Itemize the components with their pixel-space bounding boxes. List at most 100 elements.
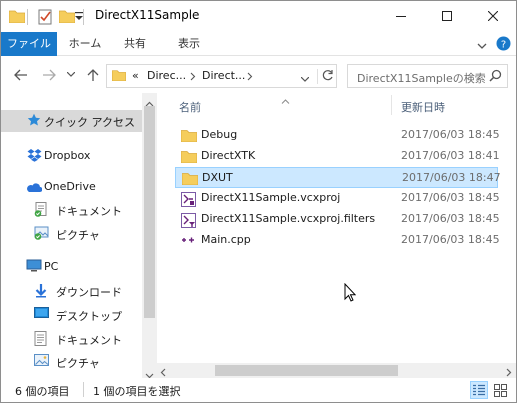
file-name: Main.cpp (201, 233, 251, 246)
tab-share[interactable]: 共有 (115, 32, 155, 56)
file-date: 2017/06/03 18:45 (401, 212, 500, 225)
address-dropdown-icon[interactable] (300, 73, 310, 86)
file-row[interactable]: Debug 2017/06/03 18:45 (175, 125, 500, 146)
help-icon[interactable]: ? (496, 36, 511, 54)
folder-icon (181, 172, 199, 188)
details-view-button[interactable] (470, 381, 488, 399)
status-selection: 1 個の項目を選択 (93, 385, 181, 398)
status-item-count: 6 個の項目 (15, 385, 70, 398)
breadcrumb-2[interactable]: Direct... (202, 69, 245, 82)
nav-pictures[interactable]: ピクチャ (1, 351, 142, 373)
dropbox-icon (27, 148, 42, 165)
file-list: 名前 更新日時 Debug 2017/06/03 18:45 DirectXTK 20… (157, 93, 516, 378)
nav-onedrive-pictures[interactable]: ピクチャ (1, 223, 142, 245)
nav-dropbox[interactable]: Dropbox (1, 145, 142, 167)
horizontal-scrollbar[interactable] (157, 363, 516, 378)
svg-text:?: ? (501, 40, 506, 51)
file-row[interactable]: DirectX11Sample.vcxproj.filters 2017/06/0… (175, 209, 500, 231)
nav-desktop-label: デスクトップ (56, 310, 122, 323)
address-bar[interactable]: « Direc... Direct... (106, 64, 337, 88)
file-row[interactable]: DirectXTK 2017/06/03 18:41 (175, 146, 500, 167)
ribbon-expand-icon[interactable] (477, 40, 487, 54)
file-date: 2017/06/03 18:41 (401, 149, 500, 162)
navigation-pane: クイック アクセス Dropbox OneDrive ドキュメント ピクチャ P… (1, 93, 157, 379)
file-name: DirectXTK (201, 149, 256, 162)
back-button[interactable] (13, 67, 29, 83)
ribbon-tabs: ファイル ホーム 共有 表示 ? (1, 32, 516, 56)
status-bar: 6 個の項目 1 個の項目を選択 (1, 378, 516, 402)
nav-scrollbar-thumb[interactable] (144, 106, 155, 318)
file-name: Debug (201, 128, 238, 141)
folder-icon (8, 9, 26, 26)
file-date: 2017/06/03 18:47 (402, 171, 501, 184)
close-button[interactable] (470, 1, 516, 31)
document-icon (34, 331, 47, 349)
file-row[interactable]: DirectX11Sample.vcxproj 2017/06/03 18:45 (175, 188, 500, 210)
recent-locations-icon[interactable] (63, 67, 79, 83)
tab-view[interactable]: 表示 (167, 32, 211, 56)
nav-quick-access-label: クイック アクセス (44, 116, 135, 129)
explorer-window: DirectX11Sample ファイル ホーム 共有 表示 ? « Direc… (0, 0, 517, 403)
mouse-cursor-icon (344, 282, 357, 305)
new-folder-icon[interactable] (58, 9, 76, 26)
breadcrumb-chevron-icon[interactable] (190, 71, 196, 84)
title-bar: DirectX11Sample (1, 1, 516, 32)
star-icon (27, 113, 41, 130)
column-header-name[interactable]: 名前 (179, 99, 201, 115)
breadcrumb-1[interactable]: Direc... (147, 69, 186, 82)
breadcrumb-chevron-icon[interactable] (247, 71, 253, 84)
address-overflow[interactable]: « (132, 69, 139, 82)
horizontal-scrollbar-thumb[interactable] (215, 365, 398, 376)
nav-onedrive-documents[interactable]: ドキュメント (1, 199, 142, 221)
large-icons-view-button[interactable] (491, 381, 509, 399)
search-placeholder: DirectX11Sampleの検索 (357, 72, 486, 85)
nav-quick-access[interactable]: クイック アクセス (1, 110, 142, 132)
tab-file[interactable]: ファイル (1, 32, 57, 56)
nav-downloads-label: ダウンロード (56, 286, 122, 299)
search-input[interactable]: DirectX11Sampleの検索 (347, 64, 508, 88)
properties-icon[interactable] (37, 9, 53, 28)
nav-downloads[interactable]: ダウンロード (1, 280, 142, 302)
nav-pictures-label: ピクチャ (56, 357, 100, 370)
nav-documents[interactable]: ドキュメント (1, 328, 142, 350)
status-divider (83, 382, 84, 397)
file-name: DirectX11Sample.vcxproj (201, 191, 341, 204)
address-row: « Direc... Direct... DirectX11Sampleの検索 (1, 57, 516, 93)
onedrive-icon (25, 181, 43, 196)
sort-ascending-icon (281, 93, 290, 107)
desktop-icon (34, 307, 49, 323)
file-date: 2017/06/03 18:45 (401, 233, 500, 246)
filters-icon (181, 213, 196, 231)
qa-dropdown-icon[interactable] (75, 11, 83, 25)
tab-home[interactable]: ホーム (61, 32, 109, 56)
vcxproj-icon (181, 192, 196, 210)
qa-divider (27, 9, 28, 25)
file-date: 2017/06/03 18:45 (401, 191, 500, 204)
folder-icon (180, 150, 198, 166)
refresh-icon[interactable] (321, 69, 334, 85)
address-divider (317, 69, 318, 84)
maximize-button[interactable] (424, 1, 470, 31)
nav-documents-label: ドキュメント (56, 334, 122, 347)
folder-icon (180, 129, 198, 145)
nav-pc[interactable]: PC (1, 256, 142, 278)
up-button[interactable] (85, 67, 101, 83)
column-separator[interactable] (391, 95, 392, 115)
forward-button[interactable] (41, 67, 57, 83)
file-row[interactable]: Main.cpp 2017/06/03 18:45 (175, 230, 500, 251)
cpp-icon (181, 234, 196, 248)
nav-onedrive[interactable]: OneDrive (1, 176, 142, 198)
address-folder-icon (111, 69, 127, 84)
document-synced-icon (34, 202, 48, 220)
nav-pc-label: PC (44, 260, 59, 273)
nav-onedrive-pictures-label: ピクチャ (56, 229, 100, 242)
pictures-synced-icon (34, 226, 49, 243)
window-title: DirectX11Sample (95, 8, 200, 22)
column-header-modified[interactable]: 更新日時 (401, 99, 445, 115)
minimize-button[interactable] (378, 1, 424, 31)
file-row[interactable]: DXUT 2017/06/03 18:47 (175, 167, 501, 188)
nav-desktop[interactable]: デスクトップ (1, 304, 142, 326)
title-divider (83, 9, 84, 25)
search-icon[interactable] (489, 69, 502, 85)
download-arrow-icon (34, 283, 48, 301)
